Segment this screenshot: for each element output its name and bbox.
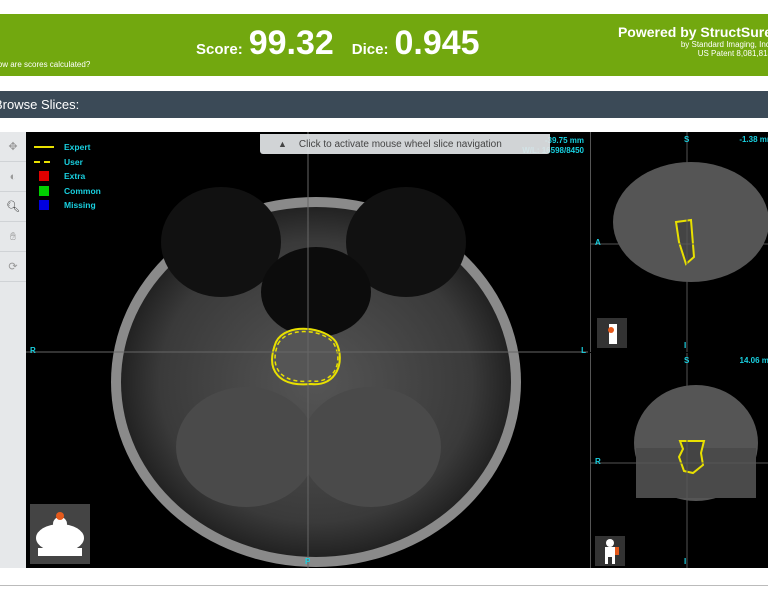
contour-legend: Expert User Extra Common Missing <box>34 140 101 213</box>
legend-label: Extra <box>64 171 86 182</box>
crosshair-tool[interactable]: ✥ <box>0 132 26 162</box>
pan-tool[interactable]: ✋︎ <box>0 222 26 252</box>
sagittal-orient-left: A <box>595 238 601 247</box>
score-bar: How are scores calculated? Score: 99.32 … <box>0 14 768 76</box>
score-value: 99.32 <box>248 24 334 62</box>
how-scores-calculated-link[interactable]: How are scores calculated? <box>0 60 90 69</box>
legend-label: Missing <box>64 200 96 211</box>
legend-item-user: User <box>34 155 101 170</box>
coronal-orientation-avatar-icon[interactable] <box>595 536 625 566</box>
score-block: Score: 99.32 Dice: 0.945 <box>196 24 492 63</box>
crosshair-icon: ✥ <box>8 141 18 153</box>
sagittal-position: -1.38 mm <box>739 135 768 144</box>
coronal-orient-top: S <box>684 356 690 365</box>
contrast-tool[interactable]: ◐ <box>0 162 26 192</box>
legend-label: Expert <box>64 142 91 153</box>
browse-slices-header: Browse Slices: <box>0 91 768 118</box>
slice-viewer: ✥ ◐ 🔍︎ ✋︎ ⟳ Expert User Extra Common Mis… <box>0 132 768 568</box>
axial-view[interactable]: Expert User Extra Common Missing -39.75 … <box>26 132 588 568</box>
powered-by: Powered by StructSure by Standard Imagin… <box>618 24 768 58</box>
sagittal-orient-top: S <box>684 135 690 144</box>
legend-item-extra: Extra <box>34 169 101 184</box>
coronal-view[interactable]: S 14.06 mm R I <box>590 353 768 568</box>
viewer-toolbar: ✥ ◐ 🔍︎ ✋︎ ⟳ <box>0 132 26 568</box>
legend-item-expert: Expert <box>34 140 101 155</box>
divider <box>0 585 768 586</box>
patent-number: US Patent 8,081,813 <box>697 49 768 58</box>
axial-orient-bottom: P <box>305 557 311 566</box>
legend-label: User <box>64 156 83 167</box>
axial-orientation-avatar-icon[interactable] <box>30 504 90 564</box>
dice-label: Dice: <box>351 41 389 58</box>
company-name: by Standard Imaging, Inc. <box>680 40 768 49</box>
axial-orient-right: L <box>581 346 586 355</box>
dice-value: 0.945 <box>394 24 480 62</box>
coronal-position: 14.06 mm <box>739 356 768 365</box>
legend-item-common: Common <box>34 184 101 199</box>
axial-mri-image <box>26 132 588 568</box>
sagittal-orient-bottom: I <box>684 341 687 350</box>
contrast-icon: ◐ <box>9 171 17 183</box>
axial-position: -39.75 mm <box>544 136 584 145</box>
zoom-tool[interactable]: 🔍︎ <box>0 192 26 222</box>
warning-icon: ▲ <box>278 139 287 149</box>
coronal-orient-left: R <box>595 457 601 466</box>
score-label: Score: <box>196 41 243 58</box>
rotate-icon: ⟳ <box>8 261 18 273</box>
sagittal-orientation-avatar-icon[interactable] <box>597 318 627 348</box>
axial-orient-left: R <box>30 346 36 355</box>
pan-icon: ✋︎ <box>9 231 17 243</box>
banner-text: Click to activate mouse wheel slice navi… <box>298 139 502 150</box>
sagittal-view[interactable]: S -1.38 mm A I <box>590 132 768 352</box>
rotate-tool[interactable]: ⟳ <box>0 252 26 282</box>
mouse-wheel-activation-banner[interactable]: ▲ Click to activate mouse wheel slice nav… <box>260 134 550 154</box>
legend-item-missing: Missing <box>34 198 101 213</box>
powered-by-title: Powered by StructSure <box>617 24 768 40</box>
legend-label: Common <box>64 185 101 196</box>
zoom-icon: 🔍︎ <box>6 201 20 213</box>
coronal-orient-bottom: I <box>684 557 687 566</box>
